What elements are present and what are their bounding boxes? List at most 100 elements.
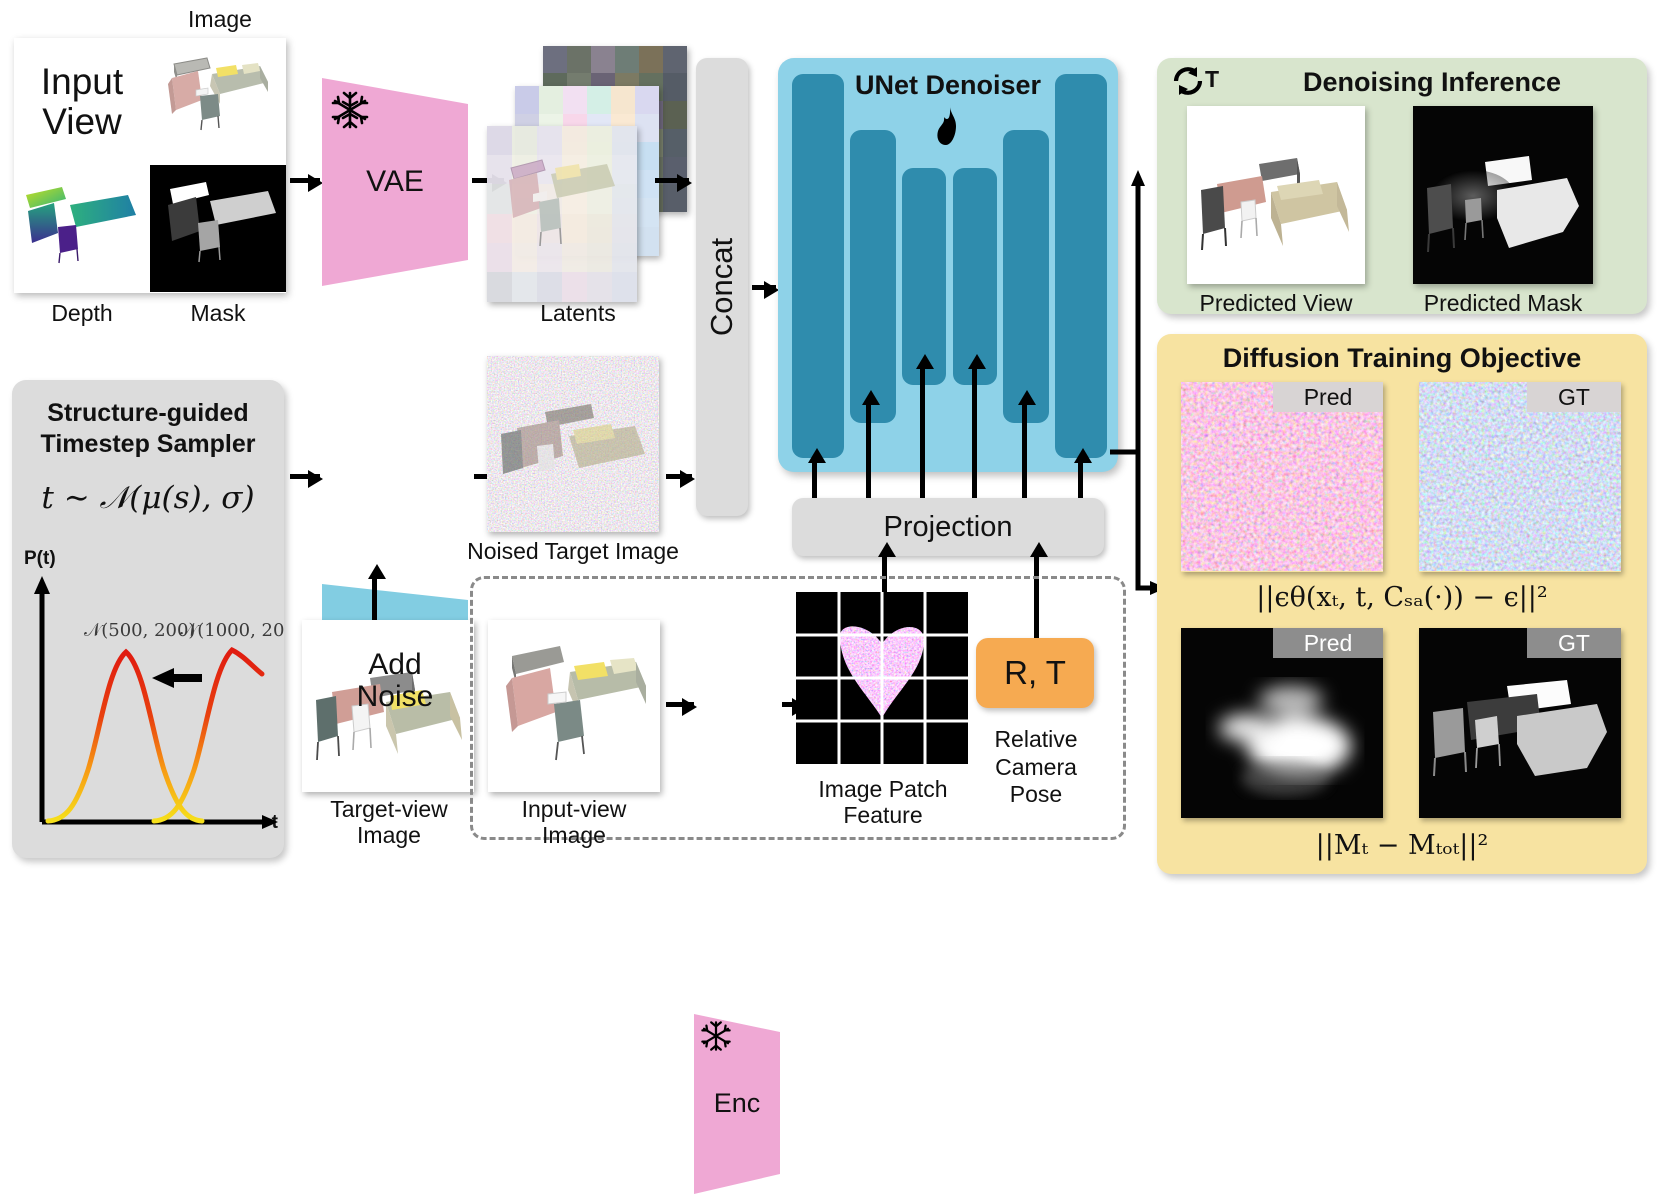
rgb-scene-icon: [168, 57, 268, 131]
predicted-mask-thumbnail: [1413, 106, 1593, 284]
unet-block-1: [792, 74, 844, 458]
objective-title: Diffusion Training Objective: [1222, 343, 1582, 373]
arrow-latents-to-concat: [655, 174, 692, 192]
input-view-rgb-thumbnail: [150, 38, 286, 165]
noised-target-label: Noised Target Image: [467, 538, 679, 564]
input-view-title-line2: View: [42, 100, 122, 142]
patch-feature-texture: [796, 592, 968, 764]
mask-scene-icon: [168, 182, 276, 263]
projection-block: Projection: [792, 498, 1104, 556]
arrow-projection-to-unet-6: [1074, 448, 1092, 498]
input-view-image-label-line2: Image: [542, 822, 606, 849]
patch-feature-label: Image Patch Feature: [786, 776, 980, 829]
arrow-inputview-to-enc: [666, 698, 697, 716]
noise-gt-thumbnail: GT: [1419, 382, 1621, 572]
flame-icon: [937, 105, 956, 145]
mask-gt-thumbnail: GT: [1419, 628, 1621, 818]
diffusion-objective-panel: Diffusion Training Objective Pred GT ||ϵ…: [1157, 334, 1647, 874]
mask-loss-formula: ||Mₜ − Mₜₒₜ||²: [1315, 830, 1489, 861]
input-view-title: Input View: [14, 38, 150, 165]
vae-label: VAE: [366, 164, 424, 198]
sampler-title: Structure-guided Timestep Sampler: [12, 398, 284, 461]
enc-label: Enc: [713, 1088, 761, 1119]
depth-scene-icon: [26, 187, 136, 264]
rt-label: R, T: [1004, 654, 1066, 691]
latent-map-front: [487, 126, 637, 302]
add-noise-label-line2: Noise: [356, 680, 434, 713]
unet-block-6: [1055, 74, 1107, 458]
predicted-view-scene-icon: [1201, 158, 1349, 251]
denoising-inference-panel: T Denoising Inference Predicted View Pre…: [1157, 58, 1647, 316]
input-view-mask-thumbnail: [150, 165, 286, 292]
timestep-sampler-panel: Structure-guided Timestep Sampler t ∼ 𝒩(…: [12, 380, 284, 858]
arrow-sampler-to-addnoise: [290, 470, 323, 488]
camera-pose-caption-line2: Camera: [995, 753, 1077, 780]
arrow-projection-to-unet-5: [1018, 390, 1036, 498]
predicted-view-label: Predicted View: [1199, 290, 1353, 316]
input-view-title-line1: Input: [40, 61, 124, 103]
unet-denoiser-panel: UNet Denoiser: [778, 58, 1118, 472]
mask-pred-thumbnail: Pred: [1181, 628, 1383, 818]
add-noise-label-line1: Add: [368, 647, 422, 681]
input-view-image-label-line1: Input-view: [521, 796, 627, 822]
predicted-mask-label: Predicted Mask: [1423, 290, 1583, 316]
camera-pose-caption-line1: Relative: [994, 726, 1078, 752]
projection-label: Projection: [883, 510, 1013, 543]
unet-block-3: [902, 168, 946, 385]
curve1-legend-text: 𝒩(500, 200): [84, 620, 195, 641]
curve2-legend-text: 𝒩(1000, 200): [180, 620, 284, 641]
concat-label: Concat: [704, 237, 739, 337]
pred-tag-mask: Pred: [1273, 628, 1383, 658]
concat-block: Concat: [696, 58, 748, 516]
inference-title: Denoising Inference: [1302, 67, 1562, 97]
vae-encoder-block: VAE: [322, 78, 468, 286]
input-view-depth-thumbnail: [14, 165, 150, 292]
add-noise-block: Add Noise: [322, 584, 468, 778]
target-view-label-line2: Image: [357, 822, 421, 849]
arrow-projection-to-unet-4: [968, 354, 986, 498]
unet-block-4: [953, 168, 997, 385]
unet-block-2: [850, 130, 896, 423]
gt-tag-noise: GT: [1527, 382, 1621, 412]
input-depth-label: Depth: [51, 300, 113, 326]
input-image-label: Image: [188, 6, 252, 32]
camera-pose-caption: Relative Camera Pose: [966, 726, 1106, 809]
pred-tag-noise: Pred: [1273, 382, 1383, 412]
unet-block-5: [1003, 130, 1049, 423]
patch-feature-label-line2: Feature: [843, 802, 923, 829]
camera-pose-caption-line3: Pose: [1009, 781, 1063, 808]
sampler-y-axis-label: P(t): [24, 548, 56, 569]
latents-stack: [487, 46, 687, 302]
noised-target-texture: [487, 356, 659, 532]
input-view-image-label: Input-view Image: [478, 796, 670, 849]
sampler-equation: t ∼ 𝒩(μ(s), σ): [41, 480, 255, 516]
patch-feature-label-line1: Image Patch: [818, 776, 948, 802]
arrow-projection-to-unet-2: [862, 390, 880, 498]
relative-camera-pose-box: R, T: [976, 638, 1094, 708]
image-patch-feature-grid: [796, 592, 968, 764]
predicted-mask-scene-icon: [1427, 156, 1579, 253]
noised-target-image: [487, 356, 659, 532]
input-mask-label: Mask: [190, 300, 246, 326]
gt-tag-mask: GT: [1527, 628, 1621, 658]
input-view-panel: Input View: [14, 38, 286, 293]
arrow-projection-to-unet-1: [808, 448, 826, 498]
arrow-input-to-vae: [290, 174, 323, 192]
target-view-label: Target-view Image: [294, 796, 484, 849]
sampler-title-line1: Structure-guided: [47, 399, 249, 427]
noise-loss-formula: ||ϵθ(xₜ, t, Cₛₐ(·)) − ϵ||²: [1256, 582, 1548, 613]
latents-label: Latents: [540, 300, 616, 326]
predicted-view-thumbnail: [1187, 106, 1365, 284]
left-arrow-icon: [152, 668, 202, 688]
timestep-distribution-chart: 𝒩(500, 200) 𝒩(1000, 200): [34, 576, 284, 829]
noise-pred-thumbnail: Pred: [1181, 382, 1383, 572]
target-view-label-line1: Target-view: [330, 796, 448, 822]
input-view-image-thumbnail: [488, 620, 660, 792]
arrow-concat-to-unet: [752, 281, 779, 299]
arrow-projection-to-unet-3: [916, 354, 934, 498]
arrow-noised-to-concat: [666, 470, 695, 488]
sampler-title-line2: Timestep Sampler: [40, 430, 256, 459]
image-encoder-block: Enc: [694, 1014, 780, 1194]
input-view-scene-icon: [506, 646, 646, 761]
refresh-loop-icon: [1173, 67, 1203, 95]
